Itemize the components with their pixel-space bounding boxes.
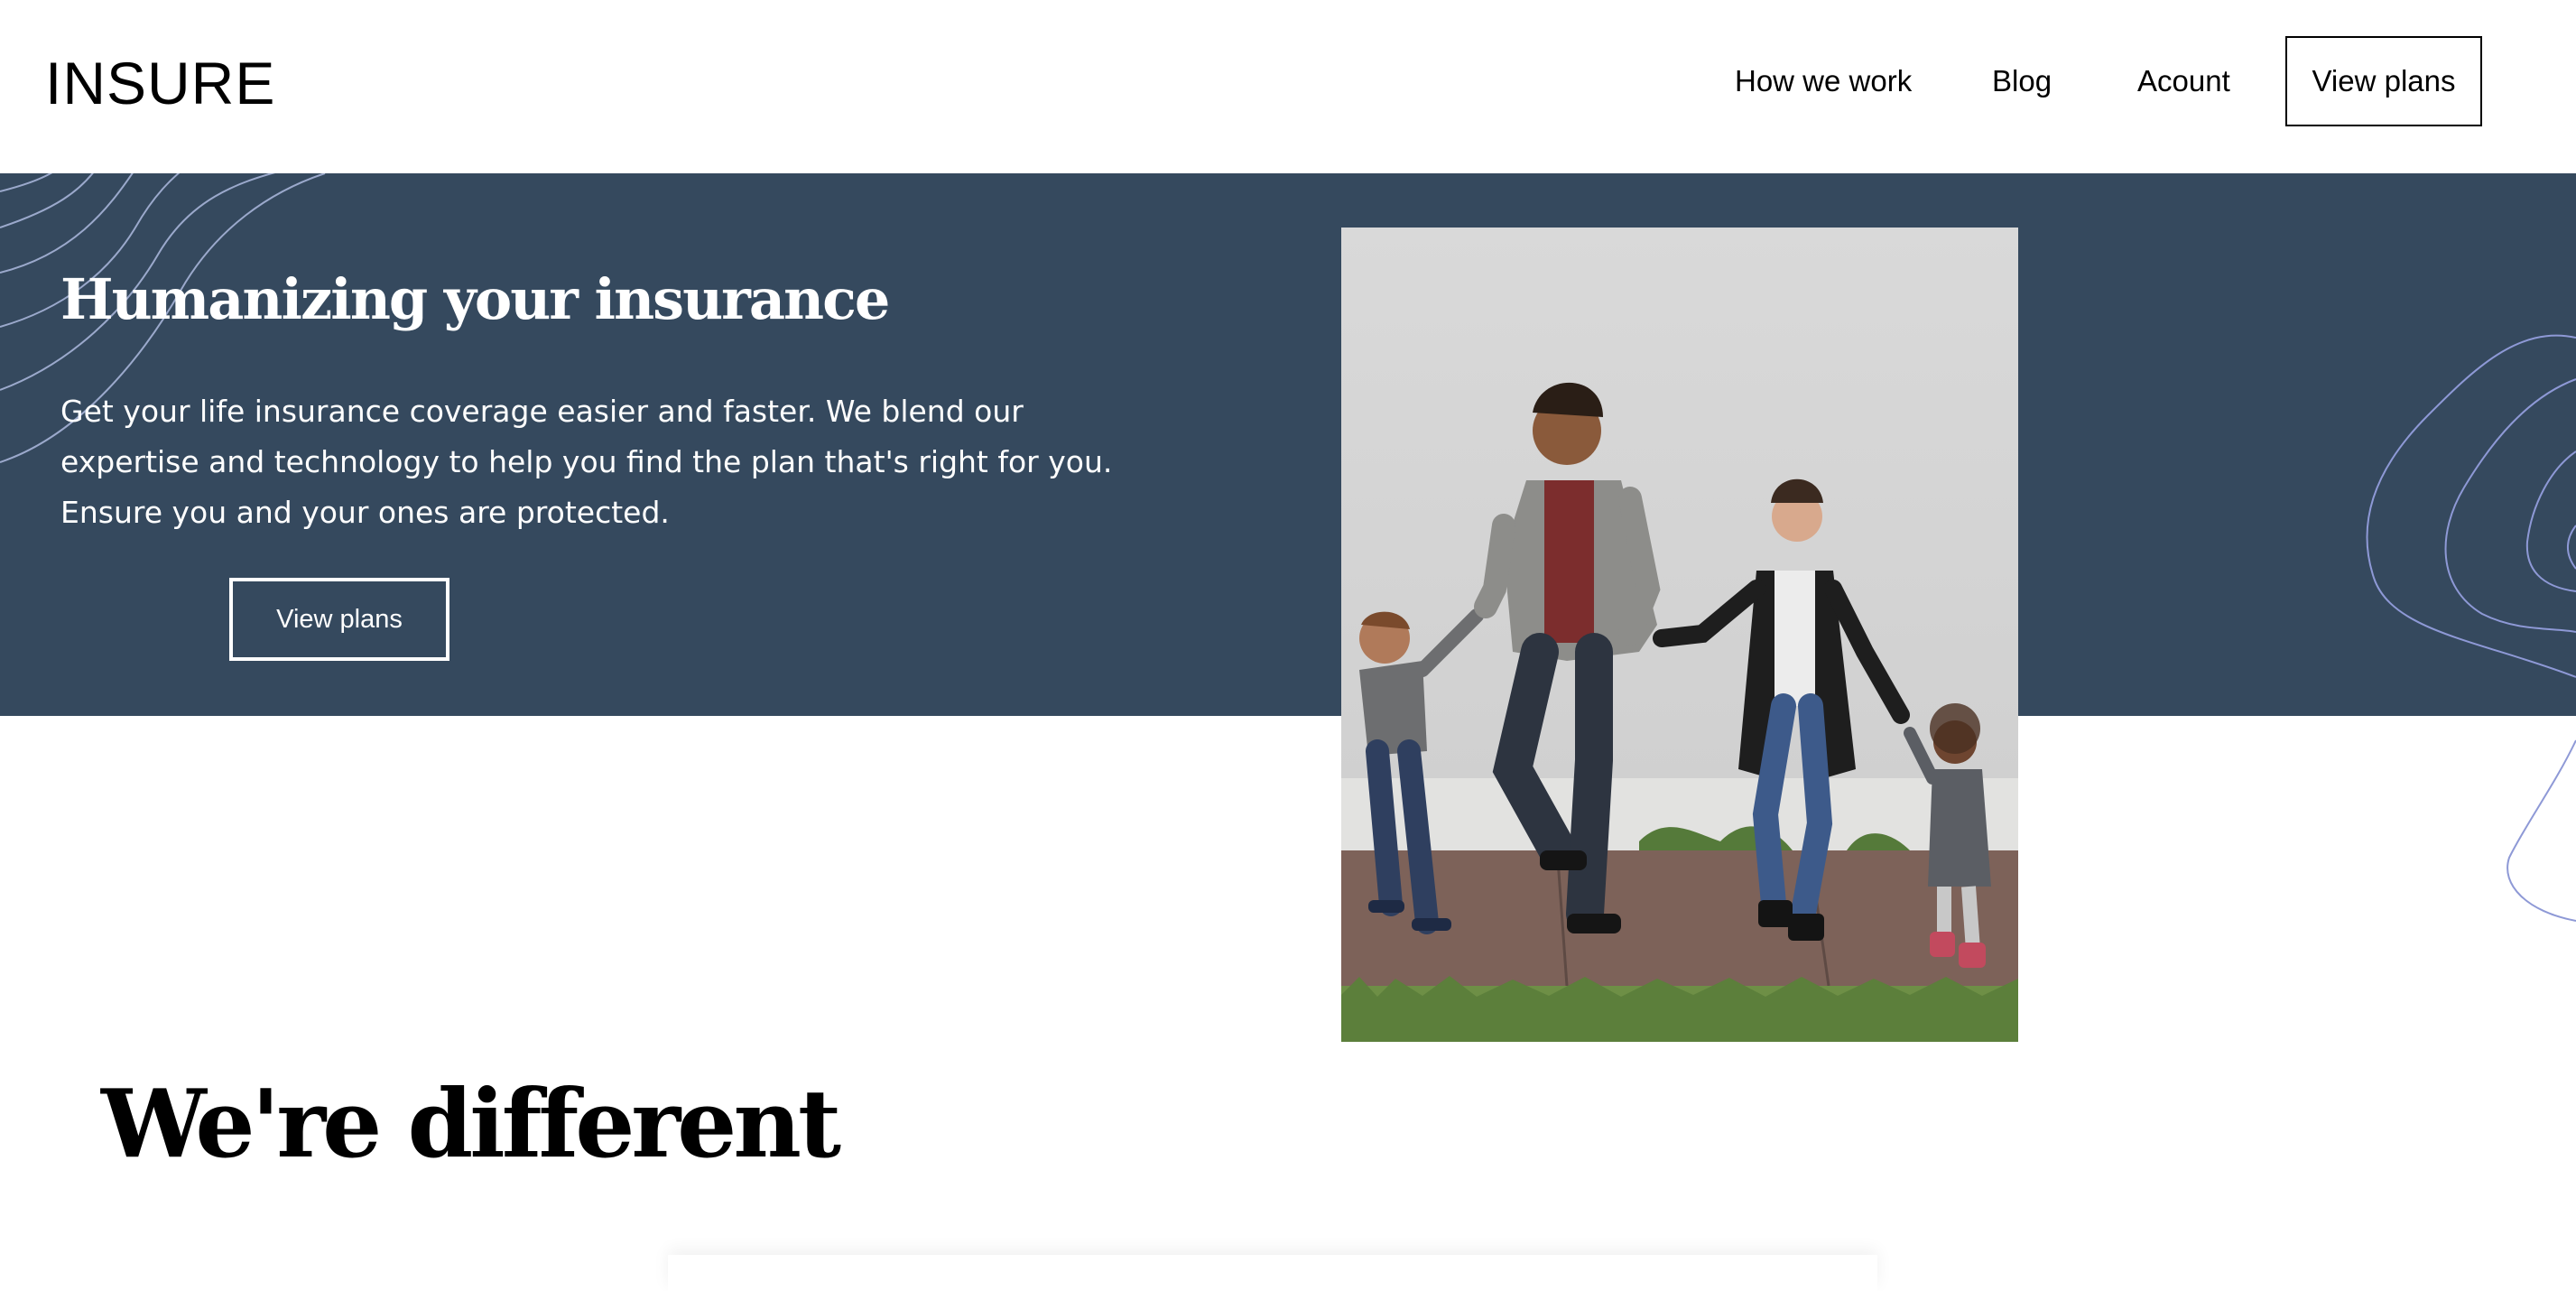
hero-description: Get your life insurance coverage easier …	[60, 394, 1113, 530]
family-photo-illustration	[1341, 228, 2018, 1042]
view-plans-nav-button[interactable]: View plans	[2285, 36, 2482, 126]
logo[interactable]: INSURE	[45, 51, 275, 116]
hero-section: Humanizing your insurance Get your life …	[0, 173, 2576, 716]
contour-lines-right	[2366, 334, 2576, 922]
view-plans-hero-button[interactable]: View plans	[229, 578, 449, 661]
section-title: We're different	[101, 1068, 841, 1179]
nav-link-account[interactable]: Acount	[2137, 63, 2230, 99]
hero-title: Humanizing your insurance	[60, 266, 890, 332]
nav-link-how-we-work[interactable]: How we work	[1735, 63, 1912, 99]
feature-card-top-edge	[668, 1255, 1877, 1291]
site-header: INSURE How we work Blog Acount View plan…	[0, 0, 2576, 173]
nav-link-blog[interactable]: Blog	[1992, 63, 2052, 99]
family-walking-photo	[1341, 228, 2018, 1042]
